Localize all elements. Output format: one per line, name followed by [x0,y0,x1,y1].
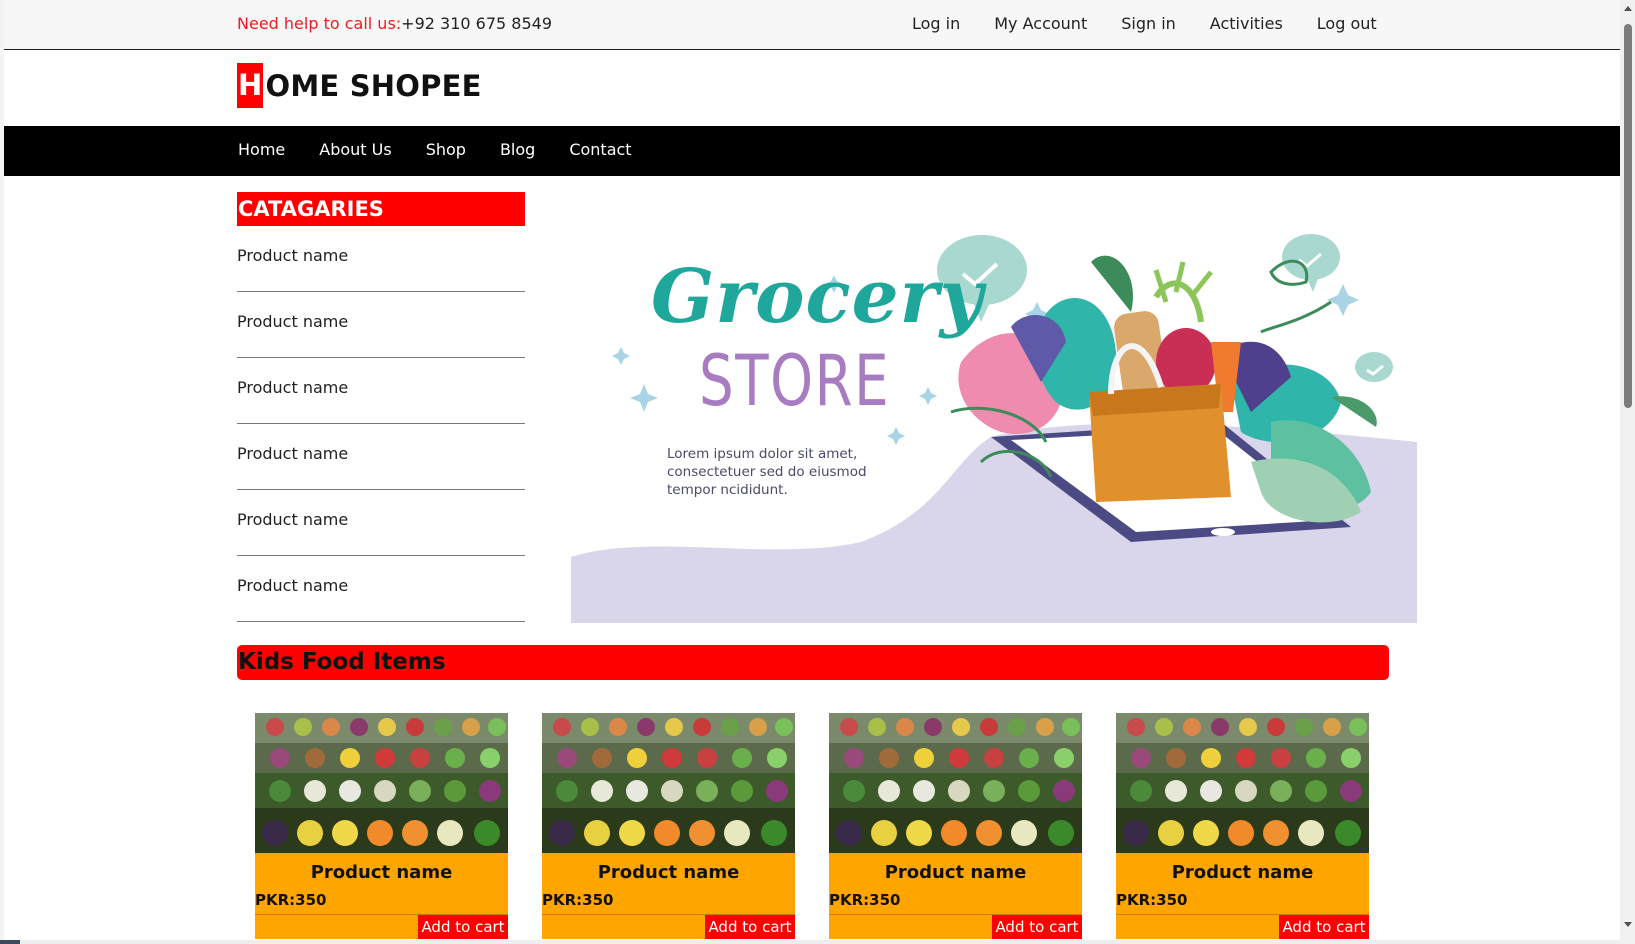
product-card[interactable]: Product name PKR:350 Add to cart [829,713,1082,939]
product-image [829,713,1082,853]
main-nav: Home About Us Shop Blog Contact [4,126,1620,176]
product-name[interactable]: Product name [255,862,508,883]
categories-list: Product name Product name Product name P… [237,226,525,622]
product-price: PKR:350 [1116,891,1188,909]
product-price: PKR:350 [829,891,901,909]
page: Need help to call us:+92 310 675 8549 Lo… [0,0,1635,944]
product-price: PKR:350 [542,891,614,909]
hero-script-title: Grocery [651,254,984,340]
account-links: Log in My Account Sign in Activities Log… [912,14,1377,33]
phone-number[interactable]: +92 310 675 8549 [401,14,552,33]
logo-initial: H [237,63,264,108]
hero-banner: Grocery STORE Lorem ipsum dolor sit amet… [571,212,1417,623]
product-card[interactable]: Product name PKR:350 Add to cart [1116,713,1369,939]
hero-text: Lorem ipsum dolor sit amet, consectetuer… [667,445,867,499]
hero-text-line: tempor ncididunt. [667,482,788,498]
section-title: Kids Food Items [237,645,1389,680]
add-to-cart-button[interactable]: Add to cart [705,915,795,939]
categories-title: CATAGARIES [237,192,525,226]
nav-contact[interactable]: Contact [569,140,631,159]
hero-text-line: consectetuer sed do eiusmod [667,464,867,480]
top-bar: Need help to call us:+92 310 675 8549 Lo… [4,0,1620,50]
help-label: Need help to call us: [237,14,402,33]
nav-links: Home About Us Shop Blog Contact [238,140,632,159]
add-to-cart-button[interactable]: Add to cart [1279,915,1369,939]
nav-shop[interactable]: Shop [426,140,466,159]
horizontal-scroll-strip [0,940,1620,944]
scrollbar-thumb[interactable] [1624,24,1632,408]
scroll-up-arrow-icon[interactable] [1624,6,1632,11]
logout-link[interactable]: Log out [1317,14,1377,33]
page-scrollbar[interactable] [1620,0,1635,944]
nav-home[interactable]: Home [238,140,285,159]
product-image [542,713,795,853]
site-logo[interactable]: H OME SHOPEE [237,63,482,108]
product-name[interactable]: Product name [829,862,1082,883]
product-name[interactable]: Product name [542,862,795,883]
category-item[interactable]: Product name [237,292,525,358]
add-to-cart-button[interactable]: Add to cart [418,915,508,939]
product-card[interactable]: Product name PKR:350 Add to cart [255,713,508,939]
product-card[interactable]: Product name PKR:350 Add to cart [542,713,795,939]
hero-caps-title: STORE [699,340,891,422]
nav-about-us[interactable]: About Us [319,140,391,159]
login-link[interactable]: Log in [912,14,960,33]
category-item[interactable]: Product name [237,358,525,424]
add-to-cart-button[interactable]: Add to cart [992,915,1082,939]
product-price: PKR:350 [255,891,327,909]
category-item[interactable]: Product name [237,490,525,556]
nav-blog[interactable]: Blog [500,140,535,159]
product-image [255,713,508,853]
logo-text: OME SHOPEE [265,68,482,103]
activities-link[interactable]: Activities [1210,14,1283,33]
category-item[interactable]: Product name [237,424,525,490]
my-account-link[interactable]: My Account [994,14,1087,33]
category-item[interactable]: Product name [237,556,525,622]
hero-text-line: Lorem ipsum dolor sit amet, [667,446,858,462]
scroll-down-arrow-icon[interactable] [1624,922,1632,927]
help-line: Need help to call us:+92 310 675 8549 [237,14,552,33]
signin-link[interactable]: Sign in [1121,14,1176,33]
horizontal-scroll-marker [0,940,20,944]
product-image [1116,713,1369,853]
product-name[interactable]: Product name [1116,862,1369,883]
category-item[interactable]: Product name [237,226,525,292]
